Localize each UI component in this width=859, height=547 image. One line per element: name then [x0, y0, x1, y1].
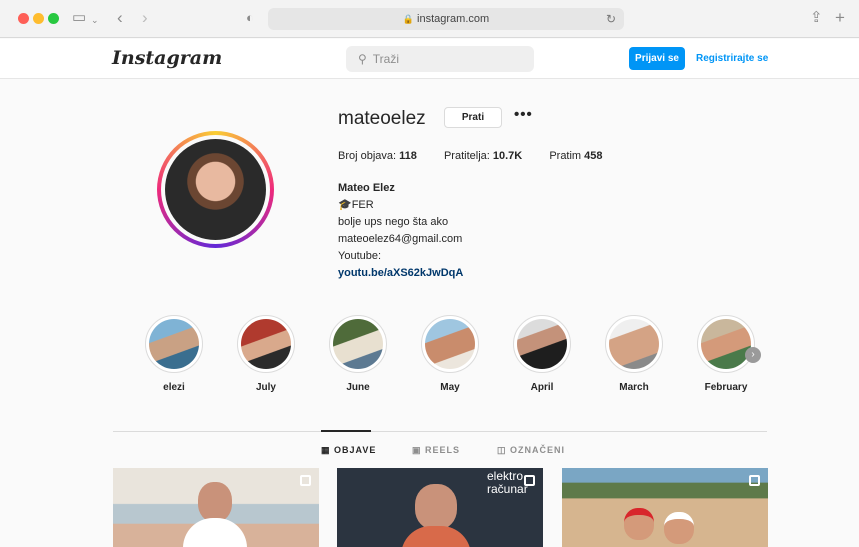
followers-count[interactable]: Pratitelja: 10.7K	[444, 150, 522, 162]
highlight-label: March	[619, 382, 649, 393]
reels-icon: ▣	[412, 445, 422, 455]
instagram-logo[interactable]: Instagram	[112, 47, 222, 69]
highlight-thumbnail	[241, 319, 291, 369]
multi-photo-icon	[300, 475, 311, 486]
more-options-icon[interactable]: •••	[514, 106, 533, 123]
search-placeholder: Traži	[372, 52, 400, 66]
profile-bio: Mateo Elez 🎓FER bolje ups nego šta ako m…	[338, 180, 463, 282]
bio-line: Youtube:	[338, 250, 382, 262]
tab-reels[interactable]: ▣ REELS	[412, 445, 460, 456]
avatar-photo	[165, 139, 266, 240]
bio-link[interactable]: youtu.be/aXS62kJwDqA	[338, 265, 463, 282]
post-thumbnail[interactable]: elektro računar	[337, 468, 543, 547]
highlight-label: elezi	[163, 382, 185, 393]
back-icon[interactable]: ‹	[117, 8, 123, 28]
instagram-header: Instagram ⚲ Traži Prijavi se Registrirajt…	[0, 39, 859, 79]
search-input[interactable]: ⚲ Traži	[346, 46, 534, 72]
lock-icon: 🔒	[402, 14, 415, 24]
post-thumbnail[interactable]	[562, 468, 768, 547]
highlight-thumbnail	[333, 319, 383, 369]
following-count[interactable]: Pratim 458	[549, 150, 602, 162]
highlight-label: June	[346, 382, 370, 393]
post-photo-shirt	[183, 518, 247, 547]
full-name: Mateo Elez	[338, 182, 395, 194]
minimize-window-button[interactable]	[33, 13, 44, 24]
active-tab-indicator	[321, 430, 371, 432]
tagged-icon: ◫	[497, 445, 507, 455]
reload-icon[interactable]: ↻	[606, 8, 616, 30]
highlight-thumbnail	[609, 319, 659, 369]
login-button[interactable]: Prijavi se	[629, 47, 685, 70]
tab-oznaceni[interactable]: ◫ OZNAČENI	[497, 445, 565, 456]
highlight-thumbnail	[701, 319, 751, 369]
highlight-label: April	[530, 382, 554, 393]
highlight-label: February	[704, 382, 748, 393]
url-text: instagram.com	[417, 13, 490, 25]
posts-count: Broj objava: 118	[338, 150, 417, 162]
tabs-divider	[113, 431, 767, 432]
new-tab-icon[interactable]: +	[835, 8, 845, 28]
chevron-down-icon[interactable]: ⌄	[91, 10, 99, 30]
grid-icon: ▦	[321, 445, 331, 455]
highlight-thumbnail	[149, 319, 199, 369]
multi-photo-icon	[749, 475, 760, 486]
profile-avatar[interactable]	[157, 131, 274, 248]
highlight-april[interactable]: April	[512, 315, 572, 393]
profile-stats: Broj objava: 118 Pratitelja: 10.7K Prati…	[338, 150, 627, 162]
search-icon: ⚲	[358, 52, 367, 66]
close-window-button[interactable]	[18, 13, 29, 24]
browser-toolbar: ▭ ⌄ ‹ › ◐ 🔒 instagram.com ↻ ⇪ +	[0, 0, 859, 38]
zoom-window-button[interactable]	[48, 13, 59, 24]
chevron-right-icon[interactable]: ›	[745, 347, 761, 363]
highlight-thumbnail	[425, 319, 475, 369]
privacy-shield-icon[interactable]: ◐	[246, 8, 254, 28]
sidebar-icon[interactable]: ▭	[72, 8, 86, 28]
address-bar[interactable]: 🔒 instagram.com ↻	[268, 8, 624, 30]
tab-objave[interactable]: ▦ OBJAVE	[321, 445, 376, 456]
multi-photo-icon	[524, 475, 535, 486]
bio-email: mateoelez64@gmail.com	[338, 233, 463, 245]
bio-line: 🎓FER	[338, 199, 374, 211]
bio-line: bolje ups nego šta ako	[338, 216, 449, 228]
profile-username: mateoelez	[338, 108, 426, 129]
highlight-elezi[interactable]: elezi	[144, 315, 204, 393]
post-photo-subject	[198, 482, 232, 522]
follow-button[interactable]: Prati	[444, 107, 502, 128]
highlight-thumbnail	[517, 319, 567, 369]
share-icon[interactable]: ⇪	[810, 8, 823, 28]
post-photo-subject	[624, 508, 654, 540]
post-photo-subject	[415, 484, 457, 530]
post-thumbnail[interactable]	[113, 468, 319, 547]
signup-link[interactable]: Registrirajte se	[696, 47, 768, 70]
highlight-may[interactable]: May	[420, 315, 480, 393]
post-photo-subject	[664, 512, 694, 544]
highlight-march[interactable]: March	[604, 315, 664, 393]
highlight-label: May	[440, 382, 460, 393]
forward-icon[interactable]: ›	[142, 8, 148, 28]
highlight-july[interactable]: July	[236, 315, 296, 393]
highlight-june[interactable]: June	[328, 315, 388, 393]
post-photo-shirt	[401, 526, 471, 547]
highlight-label: July	[255, 382, 276, 393]
graduation-cap-icon: 🎓	[338, 199, 352, 211]
